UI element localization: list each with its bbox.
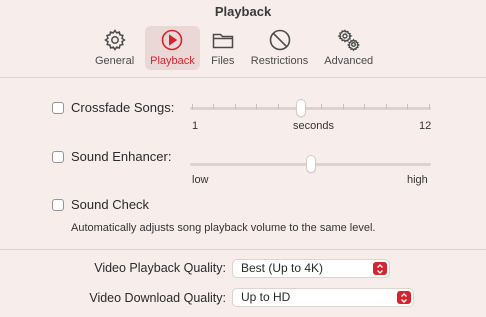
tab-advanced-label: Advanced [324, 55, 374, 67]
crossfade-slider-track [190, 107, 431, 110]
crossfade-row: Crossfade Songs: [52, 100, 174, 115]
tick [407, 104, 408, 109]
video-playback-quality-value: Best (Up to 4K) [241, 261, 324, 275]
sound-check-row: Sound Check [52, 197, 149, 212]
no-entry-icon [269, 29, 290, 51]
gears-icon [337, 29, 360, 52]
tick [213, 104, 214, 109]
preferences-window: Playback General Playback Files Restrict… [0, 0, 486, 317]
video-download-quality-popup[interactable]: Up to HD [232, 288, 414, 307]
tab-advanced[interactable]: Advanced [319, 26, 378, 70]
popup-stepper-icon [373, 262, 387, 275]
crossfade-min-label: 1 [192, 120, 199, 132]
toolbar-divider [0, 77, 486, 78]
tick [343, 104, 344, 109]
tick [364, 104, 365, 109]
video-playback-quality-label: Video Playback Quality: [94, 261, 226, 275]
folder-icon [212, 33, 234, 49]
tab-general[interactable]: General [90, 26, 139, 70]
play-circle-icon [162, 29, 183, 51]
section-divider [0, 249, 486, 250]
crossfade-checkbox[interactable] [52, 101, 64, 114]
tick [429, 104, 430, 109]
tab-playback-label: Playback [150, 55, 195, 67]
gear-icon [103, 29, 126, 51]
crossfade-slider-knob[interactable] [296, 99, 306, 117]
enhancer-slider-knob[interactable] [306, 155, 316, 173]
tab-restrictions[interactable]: Restrictions [246, 26, 313, 70]
popup-stepper-icon [397, 291, 411, 304]
tick [256, 104, 257, 109]
tab-files[interactable]: Files [206, 26, 240, 70]
tab-files-label: Files [211, 55, 235, 67]
enhancer-checkbox[interactable] [52, 150, 64, 163]
crossfade-unit-label: seconds [293, 120, 334, 132]
tick [386, 104, 387, 109]
tab-restrictions-label: Restrictions [250, 55, 309, 67]
tab-playback[interactable]: Playback [145, 26, 200, 70]
video-download-quality-label: Video Download Quality: [89, 291, 226, 305]
toolbar: General Playback Files Restrictions Adva… [90, 26, 378, 72]
video-download-quality-value: Up to HD [241, 290, 291, 304]
enhancer-min-label: low [192, 174, 209, 186]
tick [278, 104, 279, 109]
video-playback-quality-popup[interactable]: Best (Up to 4K) [232, 259, 390, 278]
window-title: Playback [214, 4, 272, 19]
sound-check-label: Sound Check [71, 197, 150, 212]
tick [192, 104, 193, 109]
enhancer-row: Sound Enhancer: [52, 149, 171, 164]
tab-general-label: General [95, 55, 135, 67]
tick [321, 104, 322, 109]
crossfade-label: Crossfade Songs: [71, 100, 175, 115]
tick [235, 104, 236, 109]
crossfade-max-label: 12 [419, 120, 432, 132]
sound-check-checkbox[interactable] [52, 198, 64, 211]
enhancer-label: Sound Enhancer: [71, 149, 172, 164]
enhancer-max-label: high [407, 174, 428, 186]
sound-check-description: Automatically adjusts song playback volu… [71, 222, 376, 234]
